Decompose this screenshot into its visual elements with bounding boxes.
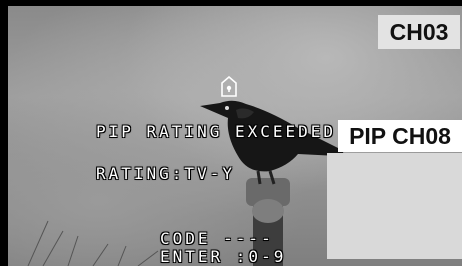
grass [27,220,159,266]
code-prompt[interactable]: CODE ---- [160,229,274,248]
lock-icon [221,76,237,97]
enter-prompt: ENTER :0-9 [160,247,287,266]
pip-channel-badge: PIP CH08 [338,120,462,152]
pip-rating-message: PIP RATING EXCEEDED [96,122,337,141]
pip-window [327,153,462,259]
tv-screen: CH03 PIP RATING EXCEEDED PIP CH08 RATING… [0,0,462,266]
rating-label: RATING:TV-Y [96,164,235,183]
main-channel-badge: CH03 [378,15,460,49]
